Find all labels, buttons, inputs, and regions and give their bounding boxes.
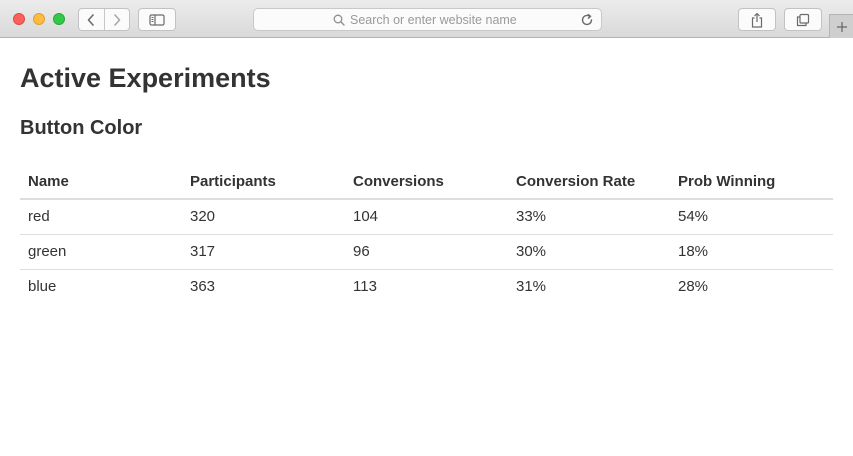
- table-row: green 317 96 30% 18%: [20, 234, 833, 270]
- share-icon: [751, 12, 763, 28]
- prob-winning-cell: 28%: [678, 278, 709, 296]
- minimize-window-button[interactable]: [33, 13, 45, 25]
- search-input[interactable]: [350, 12, 522, 27]
- variant-name-cell: blue: [28, 278, 57, 296]
- address-bar[interactable]: [253, 8, 602, 31]
- conversions-cell: 104: [345, 199, 508, 235]
- navigation-buttons: [78, 8, 130, 31]
- variant-name-cell: red: [20, 199, 182, 235]
- new-tab-button[interactable]: [829, 14, 853, 38]
- table-header-row: Name Participants Conversions Conversion…: [20, 162, 833, 200]
- column-header-participants: Participants: [182, 162, 345, 200]
- participants-cell: 320: [182, 199, 345, 235]
- conversion-rate-cell: 33%: [508, 199, 670, 235]
- conversions-cell: 96: [345, 234, 508, 270]
- prob-winning-cell: 18%: [670, 234, 833, 270]
- forward-button[interactable]: [103, 9, 129, 30]
- tabs-overview-button[interactable]: [784, 8, 822, 31]
- chevron-left-icon: [88, 13, 95, 26]
- back-button[interactable]: [79, 9, 104, 30]
- sidebar-icon: [149, 13, 165, 26]
- experiment-title: Button Color: [20, 117, 143, 139]
- reload-icon: [581, 13, 593, 26]
- close-window-button[interactable]: [13, 13, 25, 25]
- share-button[interactable]: [738, 8, 776, 31]
- search-icon: [333, 14, 345, 26]
- column-header-conversion-rate: Conversion Rate: [508, 162, 670, 200]
- column-header-prob-winning: Prob Winning: [670, 162, 833, 200]
- table-row: blue 363 113 31% 28%: [20, 269, 833, 304]
- tabs-overview-icon: [796, 13, 810, 26]
- plus-icon: [836, 21, 847, 32]
- page-content: Active Experiments Button Color Name Par…: [20, 38, 833, 304]
- participants-cell: 363: [190, 278, 216, 296]
- conversions-cell: 113: [353, 278, 377, 296]
- column-header-name: Name: [20, 162, 182, 200]
- conversion-rate-cell: 31%: [516, 278, 547, 296]
- table-row: red 320 104 33% 54%: [20, 199, 833, 235]
- maximize-window-button[interactable]: [53, 13, 65, 25]
- experiment-table: Name Participants Conversions Conversion…: [20, 162, 833, 304]
- chevron-right-icon: [114, 13, 121, 26]
- participants-cell: 317: [182, 234, 345, 270]
- sidebar-button[interactable]: [138, 8, 176, 31]
- column-header-conversions: Conversions: [345, 162, 508, 200]
- page-title: Active Experiments: [20, 63, 271, 93]
- prob-winning-cell: 54%: [670, 199, 833, 235]
- reload-button[interactable]: [579, 12, 595, 28]
- browser-toolbar: [0, 0, 853, 38]
- variant-name-cell: green: [20, 234, 182, 270]
- conversion-rate-cell: 30%: [508, 234, 670, 270]
